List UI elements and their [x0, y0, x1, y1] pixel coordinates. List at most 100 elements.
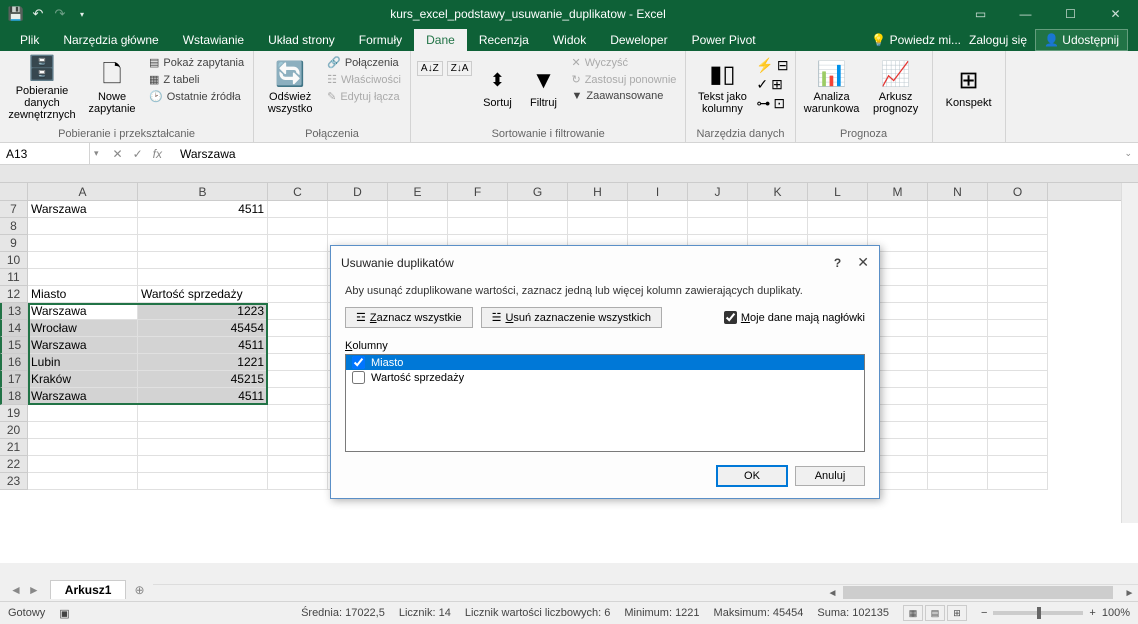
col-header[interactable]: G	[508, 183, 568, 200]
cell[interactable]: 45454	[138, 320, 268, 337]
cell[interactable]	[268, 235, 328, 252]
cell[interactable]	[988, 422, 1048, 439]
cell[interactable]	[138, 439, 268, 456]
cell[interactable]	[268, 337, 328, 354]
column-checkbox[interactable]	[352, 356, 365, 369]
cell[interactable]	[928, 286, 988, 303]
cell[interactable]	[988, 473, 1048, 490]
row-header[interactable]: 13	[0, 303, 28, 320]
normal-view-icon[interactable]: ▦	[903, 605, 923, 621]
cell[interactable]	[568, 218, 628, 235]
enter-formula-icon[interactable]: ✓	[133, 147, 143, 161]
col-header[interactable]: A	[28, 183, 138, 200]
flash-fill-icon[interactable]: ⚡	[756, 57, 773, 74]
tab-widok[interactable]: Widok	[541, 29, 598, 51]
cell[interactable]	[448, 201, 508, 218]
filter-button[interactable]: ▼Filtruj	[522, 53, 564, 123]
cell[interactable]	[988, 337, 1048, 354]
cell[interactable]	[268, 422, 328, 439]
cell[interactable]	[138, 456, 268, 473]
cell[interactable]	[808, 218, 868, 235]
cell[interactable]	[868, 218, 928, 235]
cell[interactable]	[928, 218, 988, 235]
select-all-corner[interactable]	[0, 183, 28, 200]
cell[interactable]	[138, 252, 268, 269]
tab-wstawianie[interactable]: Wstawianie	[171, 29, 256, 51]
sort-za-icon[interactable]: Z↓A	[447, 61, 473, 76]
tab-powerpivot[interactable]: Power Pivot	[680, 29, 768, 51]
cell[interactable]	[988, 405, 1048, 422]
col-header[interactable]: C	[268, 183, 328, 200]
advanced-button[interactable]: ▼Zaawansowane	[568, 89, 679, 103]
cell[interactable]	[28, 405, 138, 422]
col-header[interactable]: I	[628, 183, 688, 200]
data-validation-icon[interactable]: ✓	[756, 76, 768, 93]
outline-button[interactable]: ⊞Konspekt	[939, 53, 999, 123]
page-break-icon[interactable]: ⊞	[947, 605, 967, 621]
cell[interactable]	[268, 320, 328, 337]
cell[interactable]	[448, 218, 508, 235]
cell[interactable]	[988, 269, 1048, 286]
row-header[interactable]: 8	[0, 218, 28, 235]
new-query-button[interactable]: 🗋Nowe zapytanie	[82, 53, 142, 123]
cell[interactable]	[268, 456, 328, 473]
cell[interactable]	[138, 235, 268, 252]
sheet-next-icon[interactable]: ►	[28, 583, 40, 597]
consolidate-icon[interactable]: ⊞	[771, 76, 783, 93]
cell[interactable]: 4511	[138, 201, 268, 218]
vertical-scrollbar[interactable]	[1121, 183, 1138, 523]
cell[interactable]	[268, 354, 328, 371]
ribbon-options-icon[interactable]: ▭	[958, 0, 1003, 28]
from-table-button[interactable]: ▦Z tabeli	[146, 72, 247, 87]
row-header[interactable]: 15	[0, 337, 28, 354]
scroll-left-icon[interactable]: ◄	[824, 588, 841, 599]
cell[interactable]	[988, 303, 1048, 320]
cell[interactable]: Miasto	[28, 286, 138, 303]
cell[interactable]	[138, 269, 268, 286]
cell[interactable]	[928, 405, 988, 422]
cell[interactable]: 4511	[138, 337, 268, 354]
column-list-item[interactable]: Miasto	[346, 355, 864, 370]
qat-dropdown-icon[interactable]: ▾	[74, 6, 90, 22]
cell[interactable]	[28, 439, 138, 456]
cell[interactable]	[928, 388, 988, 405]
cell[interactable]	[988, 439, 1048, 456]
cell[interactable]	[138, 473, 268, 490]
zoom-out-icon[interactable]: −	[981, 607, 987, 619]
cell[interactable]	[988, 354, 1048, 371]
horizontal-scrollbar[interactable]: ◄ ►	[0, 584, 1138, 601]
cell[interactable]	[28, 456, 138, 473]
unselect-all-button[interactable]: ☱Usuń zaznaczenie wszystkich	[481, 307, 662, 328]
cell[interactable]	[268, 405, 328, 422]
cell[interactable]	[748, 218, 808, 235]
col-header[interactable]: L	[808, 183, 868, 200]
formula-input[interactable]: Warszawa	[172, 147, 1118, 161]
cell[interactable]	[268, 201, 328, 218]
tab-recenzja[interactable]: Recenzja	[467, 29, 541, 51]
row-header[interactable]: 7	[0, 201, 28, 218]
cell[interactable]: Warszawa	[28, 337, 138, 354]
cell[interactable]	[628, 218, 688, 235]
row-header[interactable]: 21	[0, 439, 28, 456]
cell[interactable]	[268, 473, 328, 490]
cell[interactable]	[268, 269, 328, 286]
cell[interactable]	[928, 320, 988, 337]
cell[interactable]	[688, 201, 748, 218]
sheet-tab[interactable]: Arkusz1	[50, 580, 127, 599]
remove-duplicates-icon[interactable]: ⊟	[777, 57, 789, 74]
relationships-icon[interactable]: ⊶	[756, 95, 770, 112]
cell[interactable]	[988, 320, 1048, 337]
cell[interactable]	[268, 388, 328, 405]
whatif-button[interactable]: 📊Analiza warunkowa	[802, 53, 862, 123]
cell[interactable]: Lubin	[28, 354, 138, 371]
col-header[interactable]: M	[868, 183, 928, 200]
cell[interactable]	[508, 201, 568, 218]
column-list-item[interactable]: Wartość sprzedaży	[346, 370, 864, 385]
col-header[interactable]: B	[138, 183, 268, 200]
cell[interactable]	[988, 235, 1048, 252]
cell[interactable]: 45215	[138, 371, 268, 388]
cell[interactable]	[928, 422, 988, 439]
cell[interactable]	[748, 201, 808, 218]
cell[interactable]: Wartość sprzedaży	[138, 286, 268, 303]
row-header[interactable]: 14	[0, 320, 28, 337]
